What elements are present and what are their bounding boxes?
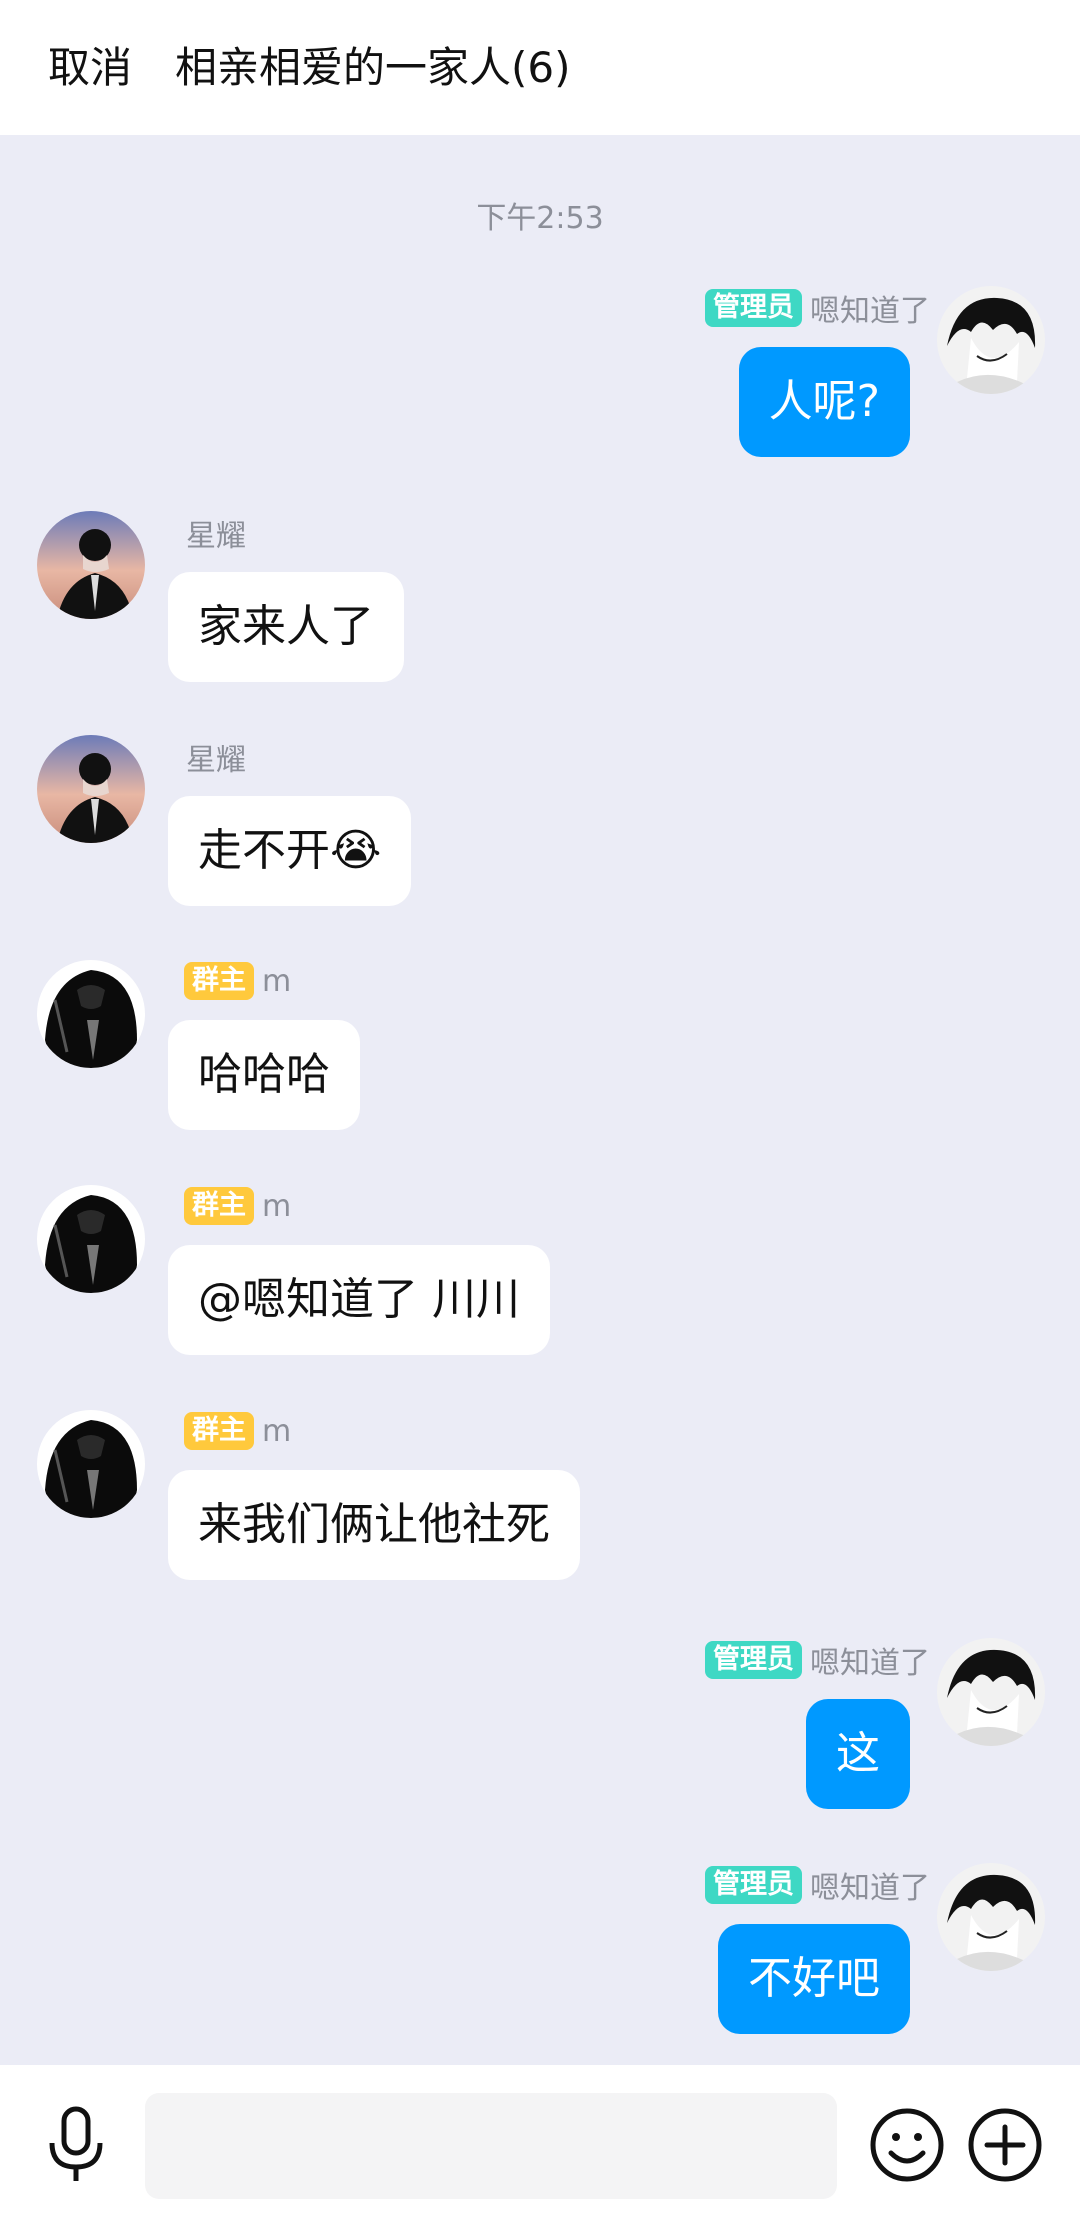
sender-name: 星耀 <box>186 519 246 554</box>
owner-badge: 群主 <box>184 1412 254 1450</box>
message-list[interactable]: 下午2:53 管理员 嗯知道了 人呢? 星耀 家来人了 星耀 走不开😭 群主 m… <box>0 135 1080 2065</box>
emoji-icon[interactable] <box>869 2107 945 2183</box>
sender-name: m <box>262 1188 292 1224</box>
message-bubble-incoming[interactable]: @嗯知道了 川川 <box>168 1245 550 1355</box>
avatar-self[interactable] <box>937 286 1045 394</box>
group-title: 相亲相爱的一家人(6) <box>175 43 571 92</box>
message-composer <box>0 2065 1080 2226</box>
message-bubble-incoming[interactable]: 家来人了 <box>168 572 404 682</box>
sender-name: 嗯知道了 <box>810 1871 930 1906</box>
sender-row: 管理员 嗯知道了 <box>705 1640 930 1681</box>
sender-name: m <box>262 963 292 999</box>
sender-row: 管理员 嗯知道了 <box>705 1865 930 1906</box>
microphone-icon[interactable] <box>40 2105 112 2185</box>
timestamp: 下午2:53 <box>476 201 604 236</box>
message-bubble-outgoing[interactable]: 这 <box>806 1699 910 1809</box>
chat-header: 取消 相亲相爱的一家人(6) <box>0 0 1080 135</box>
sender-row: 管理员 嗯知道了 <box>705 288 930 329</box>
message-bubble-incoming[interactable]: 哈哈哈 <box>168 1020 360 1130</box>
admin-badge: 管理员 <box>705 1866 802 1904</box>
admin-badge: 管理员 <box>705 289 802 327</box>
cancel-button[interactable]: 取消 <box>48 40 132 96</box>
avatar-owner[interactable] <box>37 960 145 1068</box>
avatar-self[interactable] <box>937 1863 1045 1971</box>
owner-badge: 群主 <box>184 1187 254 1225</box>
owner-badge: 群主 <box>184 962 254 1000</box>
message-bubble-incoming[interactable]: 来我们俩让他社死 <box>168 1470 580 1580</box>
avatar-self[interactable] <box>937 1638 1045 1746</box>
sender-row: 星耀 <box>186 513 246 554</box>
sender-name: 嗯知道了 <box>810 1646 930 1681</box>
avatar-owner[interactable] <box>37 1410 145 1518</box>
sender-name: 嗯知道了 <box>810 294 930 329</box>
avatar-xingyao[interactable] <box>37 735 145 843</box>
avatar-xingyao[interactable] <box>37 511 145 619</box>
plus-icon[interactable] <box>967 2107 1043 2183</box>
message-bubble-outgoing[interactable]: 人呢? <box>738 347 910 457</box>
sender-name: 星耀 <box>186 743 246 778</box>
sender-row: 星耀 <box>186 737 246 778</box>
sender-row: 群主 m <box>184 1411 291 1451</box>
sender-name: m <box>262 1413 292 1449</box>
avatar-owner[interactable] <box>37 1185 145 1293</box>
sender-row: 群主 m <box>184 1186 291 1226</box>
admin-badge: 管理员 <box>705 1641 802 1679</box>
message-bubble-outgoing[interactable]: 不好吧 <box>718 1924 910 2034</box>
message-input[interactable] <box>145 2093 837 2199</box>
sender-row: 群主 m <box>184 961 291 1001</box>
message-bubble-incoming[interactable]: 走不开😭 <box>168 796 412 906</box>
